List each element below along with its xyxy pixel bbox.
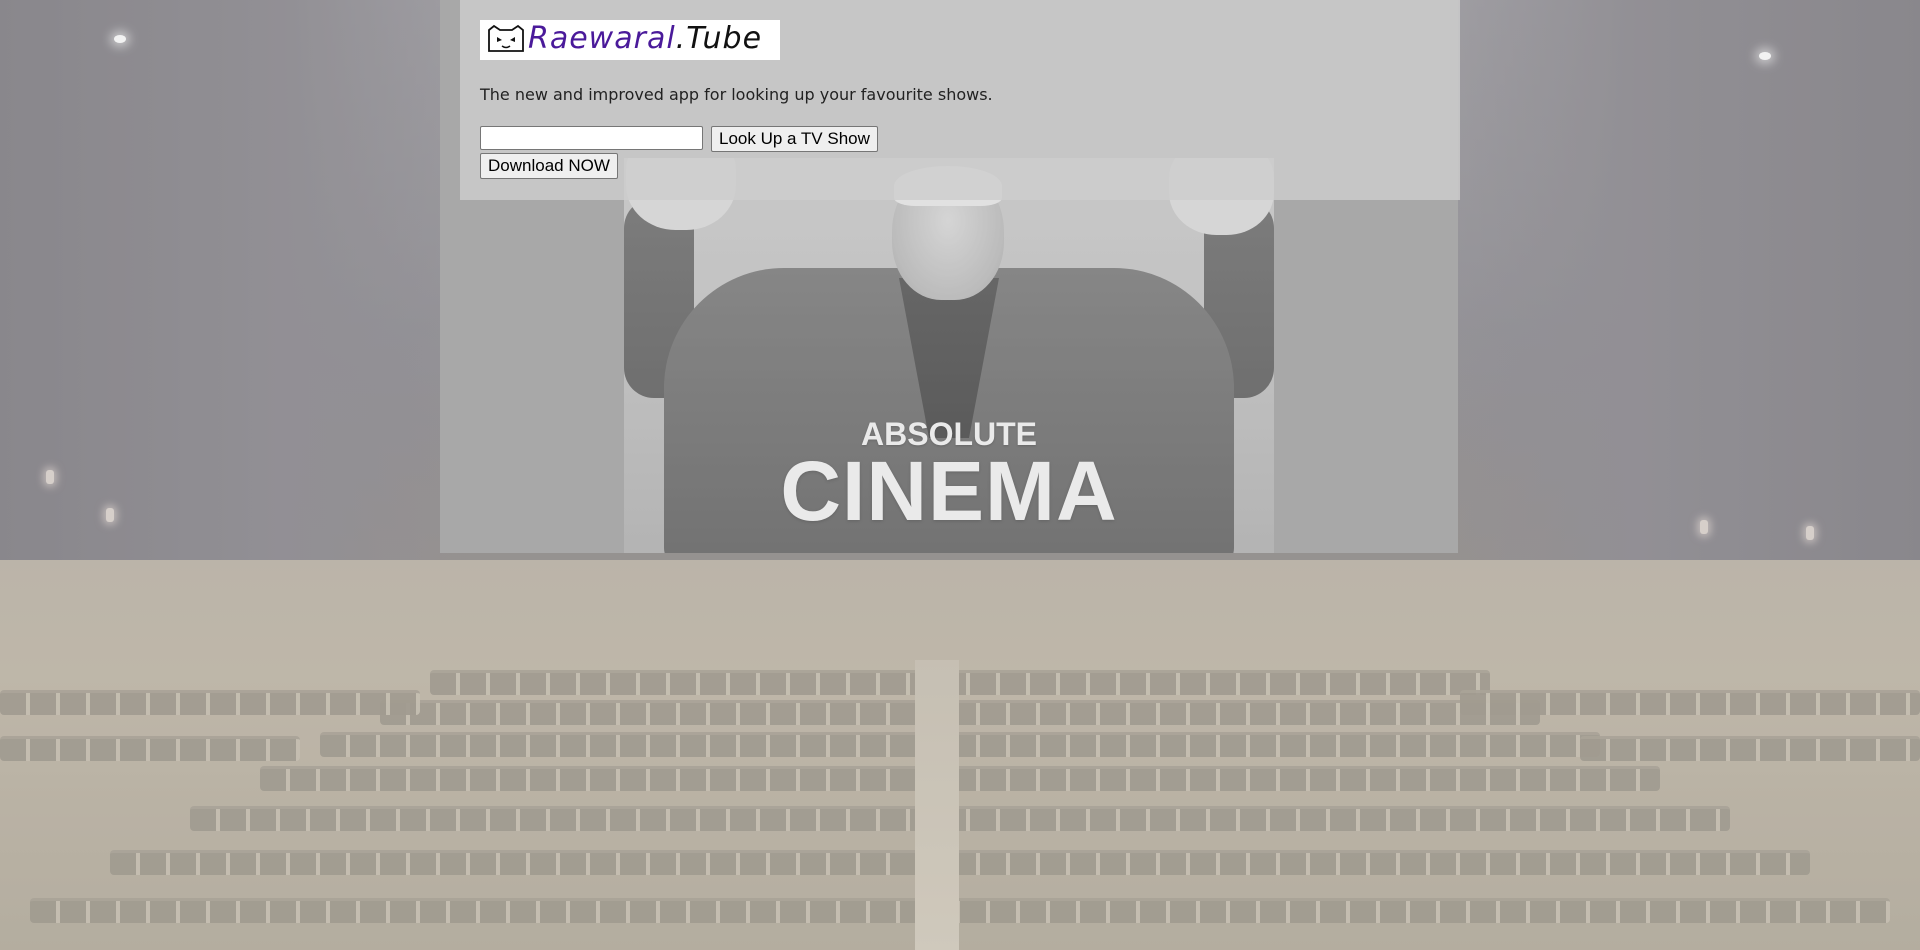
tagline: The new and improved app for looking up … [480,85,993,104]
seat-row [260,766,1660,791]
seat-row [380,700,1540,725]
wall-lamp [46,470,54,484]
poster-caption-main: CINEMA [780,444,1118,538]
ceiling-light [1759,52,1771,60]
logo-suffix: .Tube [675,21,763,56]
wall-lamp [106,508,114,522]
seat-row [30,898,1890,923]
wall-lamp [1700,520,1708,534]
seat-row [430,670,1490,695]
center-aisle [915,660,959,950]
logo-text: Raewaral.Tube [528,21,762,57]
seat-row [1580,736,1920,761]
seat-row [1460,690,1920,715]
logo-name: Raewaral [528,21,676,56]
poster-image: ABSOLUTE CINEMA [624,158,1274,553]
header-panel: Raewaral.Tube The new and improved app f… [460,0,1460,200]
site-logo: Raewaral.Tube [480,20,780,60]
seat-row [110,850,1810,875]
seat-row [0,690,420,715]
cat-face-icon [488,24,524,52]
download-now-button[interactable]: Download NOW [480,153,618,179]
lookup-tv-show-button[interactable]: Look Up a TV Show [711,126,878,152]
seat-row [320,732,1600,757]
wall-lamp [1806,526,1814,540]
show-search-input[interactable] [480,126,703,150]
seat-row [0,736,300,761]
ceiling-light [114,35,126,43]
seat-row [190,806,1730,831]
